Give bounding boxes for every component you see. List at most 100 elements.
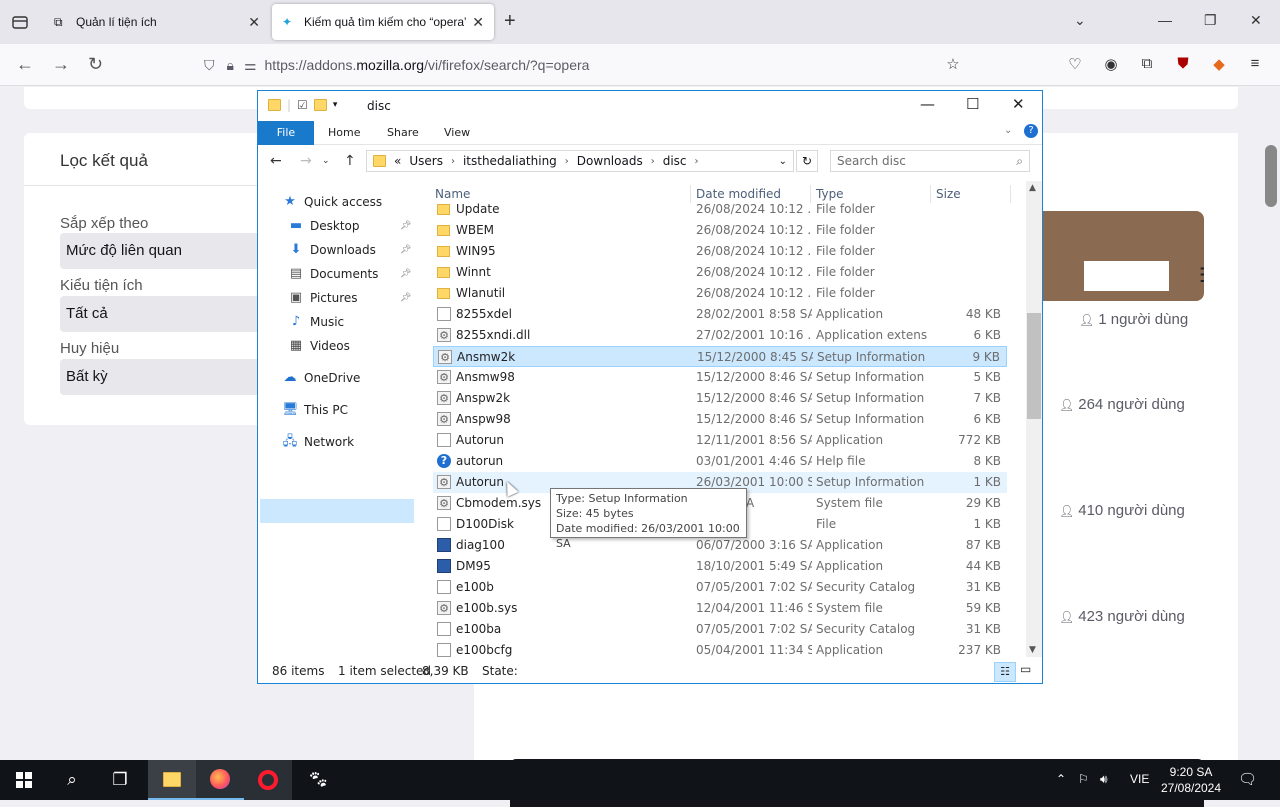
nav-pictures[interactable]: ▣ Pictures 📌︎ xyxy=(288,287,412,309)
back-icon[interactable]: ← xyxy=(270,153,282,169)
file-row[interactable]: ⚙ Anspw98 15/12/2000 8:46 SA Setup Informat… xyxy=(433,409,1007,430)
file-row[interactable]: Wlanutil 26/08/2024 10:12 ... File folder xyxy=(433,283,1007,304)
file-row[interactable]: ⚙ 8255xndi.dll 27/02/2001 10:16 ... Applica… xyxy=(433,325,1007,346)
nav-documents[interactable]: ▤ Documents 📌︎ xyxy=(288,263,412,285)
ribbon-tab-share[interactable]: Share xyxy=(373,121,433,145)
notification-chat-icon[interactable]: ⚐ xyxy=(1078,772,1089,786)
tab-search-results[interactable]: ✦ Kiếm quả tìm kiếm cho “opera” ✕ xyxy=(272,4,494,40)
scroll-up-icon[interactable]: ▲ xyxy=(1029,183,1036,193)
url-bar[interactable]: ⛉ 🔒︎ ⚌ https://addons. mozilla.org/vi/fir… xyxy=(204,50,974,80)
scroll-down-icon[interactable]: ▼ xyxy=(1029,645,1036,655)
forward-icon[interactable]: → xyxy=(52,54,70,75)
extensions-icon[interactable]: ⧉ xyxy=(1138,55,1156,73)
nav-music[interactable]: ♪ Music xyxy=(288,311,344,333)
help-icon[interactable]: ? xyxy=(1024,124,1038,138)
file-row[interactable]: 8255xdel 28/02/2001 8:58 SA Application 48 … xyxy=(433,304,1007,325)
restore-icon[interactable]: ❐ xyxy=(1204,12,1217,29)
file-list-scrollbar[interactable]: ▲ ▼ xyxy=(1026,181,1042,657)
back-icon[interactable]: ← xyxy=(16,54,34,75)
tab-list-button[interactable] xyxy=(6,8,34,36)
bookmark-star-icon[interactable]: ☆ xyxy=(944,55,962,73)
details-view-icon[interactable]: ☷ xyxy=(994,662,1016,682)
ribbon-tab-file[interactable]: File xyxy=(258,121,314,145)
ribbon-tab-home[interactable]: Home xyxy=(314,121,374,145)
minimize-icon[interactable]: — xyxy=(1158,12,1172,28)
nav-downloads[interactable]: ⬇ Downloads 📌︎ xyxy=(288,239,412,261)
address-dropdown-icon[interactable]: ⌄ xyxy=(779,156,787,167)
nav-this-pc[interactable]: 🖥︎ This PC xyxy=(282,399,348,421)
large-icons-view-icon[interactable]: ▭ xyxy=(1020,662,1031,676)
close-tab-icon[interactable]: ✕ xyxy=(248,14,260,31)
file-row[interactable]: DM95 18/10/2001 5:49 SA Application 44 KB xyxy=(433,556,1007,577)
task-view-button[interactable]: ❐ xyxy=(96,760,144,800)
nav-network[interactable]: 🖧︎ Network xyxy=(282,431,354,453)
language-indicator[interactable]: VIE xyxy=(1130,772,1149,786)
nav-quick-access[interactable]: ★ Quick access xyxy=(282,191,382,213)
file-row[interactable]: ⚙ Anspw2k 15/12/2000 8:46 SA Setup Informat… xyxy=(433,388,1007,409)
page-scrollbar[interactable] xyxy=(1262,87,1280,760)
breadcrumb-users[interactable]: Users xyxy=(409,154,443,168)
tab-addons-manager[interactable]: ⧉ Quản lí tiện ích ✕ xyxy=(44,4,270,40)
new-tab-button[interactable]: + xyxy=(504,10,516,33)
action-center-icon[interactable]: 🗨︎ xyxy=(1238,770,1257,788)
nav-onedrive[interactable]: ☁ OneDrive xyxy=(282,367,361,389)
file-row[interactable]: ⚙ Ansmw2k 15/12/2000 8:45 SA Setup Informat… xyxy=(433,346,1007,367)
file-row[interactable]: ⚙ Ansmw98 15/12/2000 8:46 SA Setup Informat… xyxy=(433,367,1007,388)
search-button[interactable]: ⌕ xyxy=(48,760,96,800)
pocket-icon[interactable]: ♡ xyxy=(1066,55,1084,73)
chevron-right-icon[interactable]: › xyxy=(451,156,455,167)
account-icon[interactable]: ◉ xyxy=(1102,55,1120,73)
close-tab-icon[interactable]: ✕ xyxy=(472,14,484,31)
new-folder-icon[interactable] xyxy=(313,99,327,111)
clock[interactable]: 9:20 SA 27/08/2024 xyxy=(1158,764,1224,796)
file-row[interactable]: e100b 07/05/2001 7:02 SA Security Catalog 3… xyxy=(433,577,1007,598)
nav-videos[interactable]: ▦ Videos xyxy=(288,335,350,357)
file-row[interactable]: Update 26/08/2024 10:12 ... File folder xyxy=(433,199,1007,220)
customize-qa-icon[interactable]: ▾ xyxy=(333,100,338,110)
breadcrumb-disc[interactable]: disc xyxy=(663,154,687,168)
properties-icon[interactable]: ☑ xyxy=(297,98,308,112)
permissions-icon[interactable]: ⚌ xyxy=(244,57,257,74)
chevron-right-icon[interactable]: › xyxy=(565,156,569,167)
file-row[interactable]: Winnt 26/08/2024 10:12 ... File folder xyxy=(433,262,1007,283)
column-divider[interactable] xyxy=(1010,185,1011,203)
search-box[interactable]: Search disc ⌕ xyxy=(830,150,1030,172)
refresh-button[interactable]: ↻ xyxy=(796,150,818,172)
expand-ribbon-icon[interactable]: ⌄ xyxy=(1004,125,1012,136)
taskbar-opera[interactable] xyxy=(244,760,292,800)
taskbar-file-explorer[interactable] xyxy=(148,760,196,800)
list-all-tabs-icon[interactable]: ⌄ xyxy=(1074,12,1086,29)
taskbar-gimp[interactable]: 🐾︎ xyxy=(294,760,342,800)
breadcrumb-overflow[interactable]: « xyxy=(394,154,401,168)
file-row[interactable]: ⚙ e100b.sys 12/04/2001 11:46 SA System file… xyxy=(433,598,1007,619)
volume-icon[interactable]: 🔊︎ xyxy=(1100,772,1108,787)
extension-fox-icon[interactable]: ◆ xyxy=(1210,55,1228,73)
forward-icon[interactable]: → xyxy=(300,153,312,169)
nav-desktop[interactable]: ▬ Desktop 📌︎ xyxy=(288,215,412,237)
up-icon[interactable]: ↑ xyxy=(344,153,356,169)
taskbar-firefox[interactable] xyxy=(196,760,244,800)
show-hidden-icons[interactable]: ⌃ xyxy=(1056,772,1066,786)
ublock-icon[interactable]: ⛊ xyxy=(1174,55,1192,73)
recent-icon[interactable]: ⌄ xyxy=(322,156,330,166)
file-row[interactable]: e100bcfg 05/04/2001 11:34 SA Application 23… xyxy=(433,640,1007,657)
chevron-right-icon[interactable]: › xyxy=(651,156,655,167)
scroll-thumb[interactable] xyxy=(1265,145,1277,207)
menu-icon[interactable]: ≡ xyxy=(1246,55,1264,73)
file-row[interactable]: Autorun 12/11/2001 8:56 SA Application 772 … xyxy=(433,430,1007,451)
file-row[interactable]: ? autorun 03/01/2001 4:46 SA Help file 8 KB xyxy=(433,451,1007,472)
address-bar[interactable]: « Users › itsthedaliathing › Downloads › di… xyxy=(366,150,794,172)
close-window-icon[interactable]: ✕ xyxy=(1250,12,1262,29)
chevron-right-icon[interactable]: › xyxy=(695,156,699,167)
minimize-icon[interactable]: — xyxy=(920,95,935,113)
maximize-icon[interactable]: ☐ xyxy=(966,95,979,113)
reload-icon[interactable]: ↻ xyxy=(88,54,103,75)
scroll-thumb[interactable] xyxy=(1027,313,1041,419)
shield-icon[interactable]: ⛉ xyxy=(204,57,215,74)
start-button[interactable] xyxy=(0,760,48,800)
breadcrumb-user[interactable]: itsthedaliathing xyxy=(463,154,557,168)
file-row[interactable]: WIN95 26/08/2024 10:12 ... File folder xyxy=(433,241,1007,262)
close-icon[interactable]: ✕ xyxy=(1012,95,1025,113)
breadcrumb-downloads[interactable]: Downloads xyxy=(577,154,643,168)
file-row[interactable]: e100ba 07/05/2001 7:02 SA Security Catalog… xyxy=(433,619,1007,640)
